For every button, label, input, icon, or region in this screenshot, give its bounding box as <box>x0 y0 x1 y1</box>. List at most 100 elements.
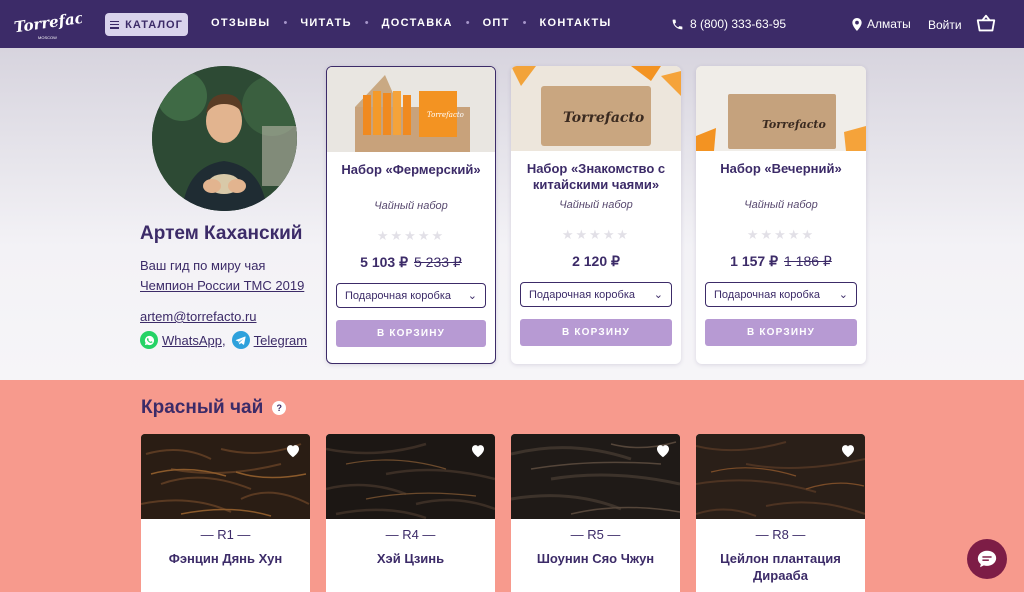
tea-card-r1[interactable]: — R1 — Фэнцин Дянь Хун <box>141 434 310 592</box>
help-icon[interactable]: ? <box>272 401 287 415</box>
guide-avatar <box>152 66 297 211</box>
login-link[interactable]: Войти <box>928 18 962 32</box>
tea-name: Хэй Цзинь <box>376 551 445 566</box>
tea-name: Фэнцин Дянь Хун <box>168 551 283 566</box>
tea-name: Цейлон плантация Дирааба <box>720 551 841 583</box>
add-to-cart-button[interactable]: В КОРЗИНУ <box>705 319 857 346</box>
whatsapp-link[interactable]: WhatsApp <box>162 333 222 348</box>
city-name: Алматы <box>867 17 911 31</box>
nav-separator: • <box>283 17 288 29</box>
phone-number: 8 (800) 333-63-95 <box>690 17 787 31</box>
chevron-down-icon: ⌄ <box>653 289 663 301</box>
tea-image <box>511 434 680 519</box>
current-price: 5 103 ₽ <box>360 254 408 270</box>
product-image: Torrefacto <box>511 66 681 151</box>
cart-icon[interactable] <box>975 13 997 35</box>
add-to-cart-button[interactable]: В КОРЗИНУ <box>520 319 672 346</box>
nav-item-reviews[interactable]: ОТЗЫВЫ <box>211 17 270 29</box>
chevron-down-icon: ⌄ <box>467 290 477 302</box>
catalog-button[interactable]: КАТАЛОГ <box>105 13 188 36</box>
torrefacto-logo[interactable]: Torrefacto MOSCOW <box>10 6 82 42</box>
nav-separator: • <box>522 17 527 29</box>
tea-name: Шоунин Сяо Чжун <box>536 551 655 566</box>
product-price: 1 157 ₽ 1 186 ₽ <box>696 253 866 270</box>
rating-stars: ★★★★★ <box>561 227 631 242</box>
favorite-heart-icon[interactable] <box>470 443 486 458</box>
guide-email-link[interactable]: artem@torrefacto.ru <box>140 309 257 324</box>
product-title: Набор «Вечерний» <box>720 161 842 176</box>
nav-item-read[interactable]: ЧИТАТЬ <box>300 17 351 29</box>
product-price: 2 120 ₽ <box>511 253 681 270</box>
packaging-select[interactable]: Подарочная коробка ⌄ <box>705 282 857 307</box>
product-image: Torrefacto <box>696 66 866 151</box>
tea-card-r4[interactable]: — R4 — Хэй Цзинь <box>326 434 495 592</box>
nav-separator: • <box>364 17 369 29</box>
tea-image <box>696 434 865 519</box>
chevron-down-icon: ⌄ <box>838 289 848 301</box>
rating-stars: ★★★★★ <box>376 228 446 243</box>
product-image: Torrefacto <box>327 67 495 152</box>
selected-option: Подарочная коробка <box>529 288 636 301</box>
old-price: 5 233 ₽ <box>414 254 462 270</box>
main-nav: ОТЗЫВЫ • ЧИТАТЬ • ДОСТАВКА • ОПТ • КОНТА… <box>211 17 612 29</box>
chat-button[interactable] <box>967 539 1007 579</box>
tea-code: — R1 — <box>200 527 251 542</box>
product-price: 5 103 ₽ 5 233 ₽ <box>327 254 495 271</box>
product-subtitle: Чайный набор <box>744 199 818 211</box>
chat-bubble-icon <box>977 550 997 568</box>
nav-item-delivery[interactable]: ДОСТАВКА <box>382 17 453 29</box>
rating-stars: ★★★★★ <box>746 227 816 242</box>
tea-card-r8[interactable]: — R8 — Цейлон плантация Дирааба <box>696 434 865 592</box>
tea-card-r5[interactable]: — R5 — Шоунин Сяо Чжун <box>511 434 680 592</box>
product-card-set-evening[interactable]: Torrefacto Набор «Вечерний» Чайный набор… <box>696 66 866 364</box>
svg-text:MOSCOW: MOSCOW <box>38 35 57 40</box>
guide-photo <box>152 66 297 211</box>
location-pin-icon <box>852 17 862 31</box>
telegram-icon[interactable] <box>231 331 250 349</box>
nav-separator: • <box>465 17 470 29</box>
product-card-set-farmer[interactable]: Torrefacto Набор «Фермерский» Чайный наб… <box>326 66 496 364</box>
whatsapp-icon[interactable] <box>140 331 158 349</box>
catalog-label: КАТАЛОГ <box>125 18 183 31</box>
product-subtitle: Чайный набор <box>374 200 448 212</box>
nav-item-contacts[interactable]: КОНТАКТЫ <box>540 17 612 29</box>
packaging-select[interactable]: Подарочная коробка ⌄ <box>336 283 486 308</box>
svg-text:Torrefacto: Torrefacto <box>762 118 826 131</box>
current-price: 1 157 ₽ <box>730 253 778 269</box>
contacts-separator: , <box>221 332 226 348</box>
current-price: 2 120 ₽ <box>572 253 620 269</box>
svg-text:Torrefacto: Torrefacto <box>427 111 464 119</box>
top-navigation-bar: Torrefacto MOSCOW КАТАЛОГ ОТЗЫВЫ • ЧИТАТ… <box>0 0 1024 48</box>
packaging-select[interactable]: Подарочная коробка ⌄ <box>520 282 672 307</box>
phone-icon <box>672 19 683 29</box>
old-price: 1 186 ₽ <box>784 253 832 269</box>
section-title: Красный чай ? <box>141 397 287 419</box>
city-selector[interactable]: Алматы <box>852 17 911 31</box>
product-title: Набор «Знакомство с китайскими чаями» <box>526 161 666 192</box>
section-title-text: Красный чай <box>141 397 264 418</box>
guide-name: Артем Каханский <box>140 223 303 244</box>
favorite-heart-icon[interactable] <box>840 443 856 458</box>
tea-code: — R8 — <box>755 527 806 542</box>
phone-link[interactable]: 8 (800) 333-63-95 <box>671 17 786 31</box>
tea-image <box>326 434 495 520</box>
tea-image <box>141 434 310 519</box>
selected-option: Подарочная коробка <box>345 289 452 302</box>
product-title: Набор «Фермерский» <box>341 162 481 177</box>
svg-text:Torrefacto: Torrefacto <box>563 110 644 126</box>
add-to-cart-button[interactable]: В КОРЗИНУ <box>336 320 486 347</box>
tea-code: — R5 — <box>570 527 621 542</box>
nav-item-wholesale[interactable]: ОПТ <box>483 17 510 29</box>
favorite-heart-icon[interactable] <box>655 443 671 458</box>
product-card-set-chinese[interactable]: Torrefacto Набор «Знакомство с китайским… <box>511 66 681 364</box>
tea-code: — R4 — <box>385 527 436 542</box>
menu-icon <box>110 20 120 29</box>
svg-text:Torrefacto: Torrefacto <box>13 6 82 36</box>
guide-award-link[interactable]: Чемпион России ТМС 2019 <box>140 278 304 293</box>
telegram-link[interactable]: Telegram <box>254 333 307 348</box>
selected-option: Подарочная коробка <box>714 288 821 301</box>
guide-role: Ваш гид по миру чая <box>140 258 266 273</box>
favorite-heart-icon[interactable] <box>285 443 301 458</box>
product-subtitle: Чайный набор <box>559 199 633 211</box>
guide-contacts: WhatsApp , Telegram <box>140 331 307 349</box>
